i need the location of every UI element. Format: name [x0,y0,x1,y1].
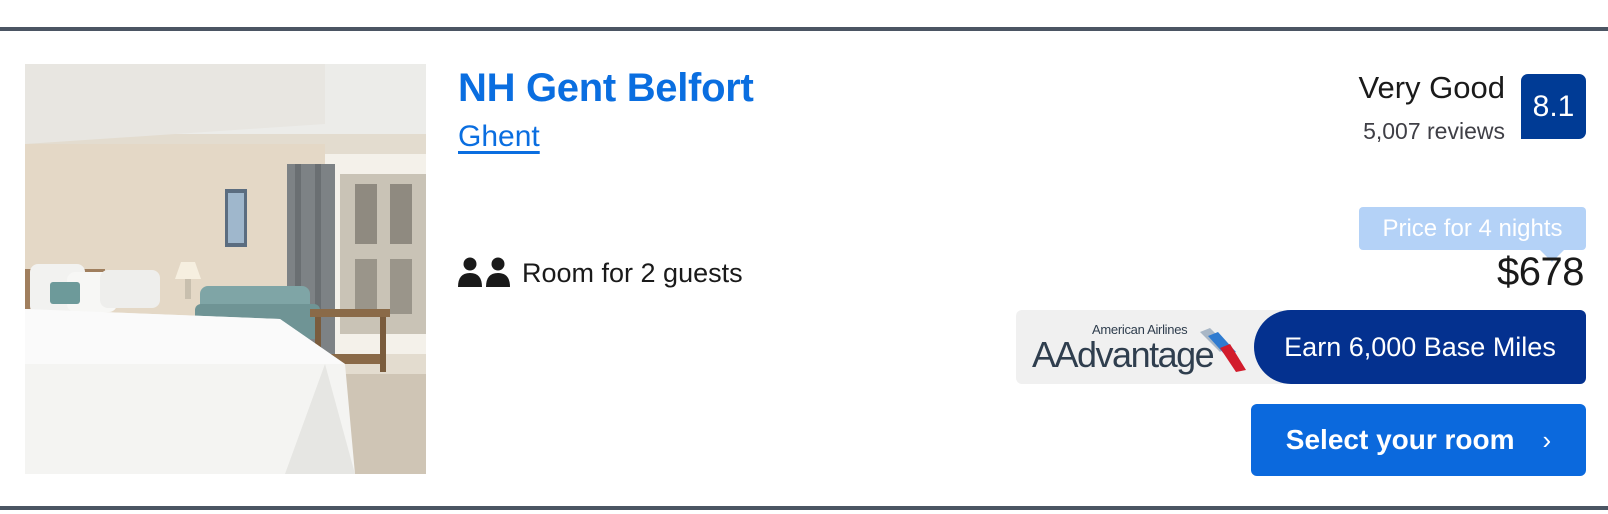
total-price: $678 [1497,250,1584,294]
select-room-label: Select your room [1285,424,1515,455]
earn-miles-badge: Earn 6,000 Base Miles [1254,310,1586,384]
bottom-divider [0,506,1608,510]
hotel-photo[interactable] [25,64,426,474]
hotel-room-image [25,64,426,474]
chevron-right-icon: › [1542,424,1552,455]
rating-label: Very Good [1358,70,1505,105]
hotel-name-link[interactable]: NH Gent Belfort [458,66,754,111]
aadvantage-banner: American Airlines AAdvantage Earn 6,000 … [1016,310,1586,384]
aa-logo-text: AAdvantage [1032,334,1215,375]
review-count[interactable]: 5,007 reviews [1363,118,1505,145]
hotel-city-link[interactable]: Ghent [458,120,540,154]
people-icon [458,257,512,289]
top-divider [0,27,1608,31]
price-tooltip: Price for 4 nights [1359,207,1586,262]
room-occupancy: Room for 2 guests [458,255,743,291]
review-score-badge: 8.1 [1521,74,1586,139]
select-room-button[interactable]: Select your room › [1251,404,1586,476]
american-airlines-flight-symbol-icon [1200,326,1254,374]
occupancy-text: Room for 2 guests [522,257,743,288]
